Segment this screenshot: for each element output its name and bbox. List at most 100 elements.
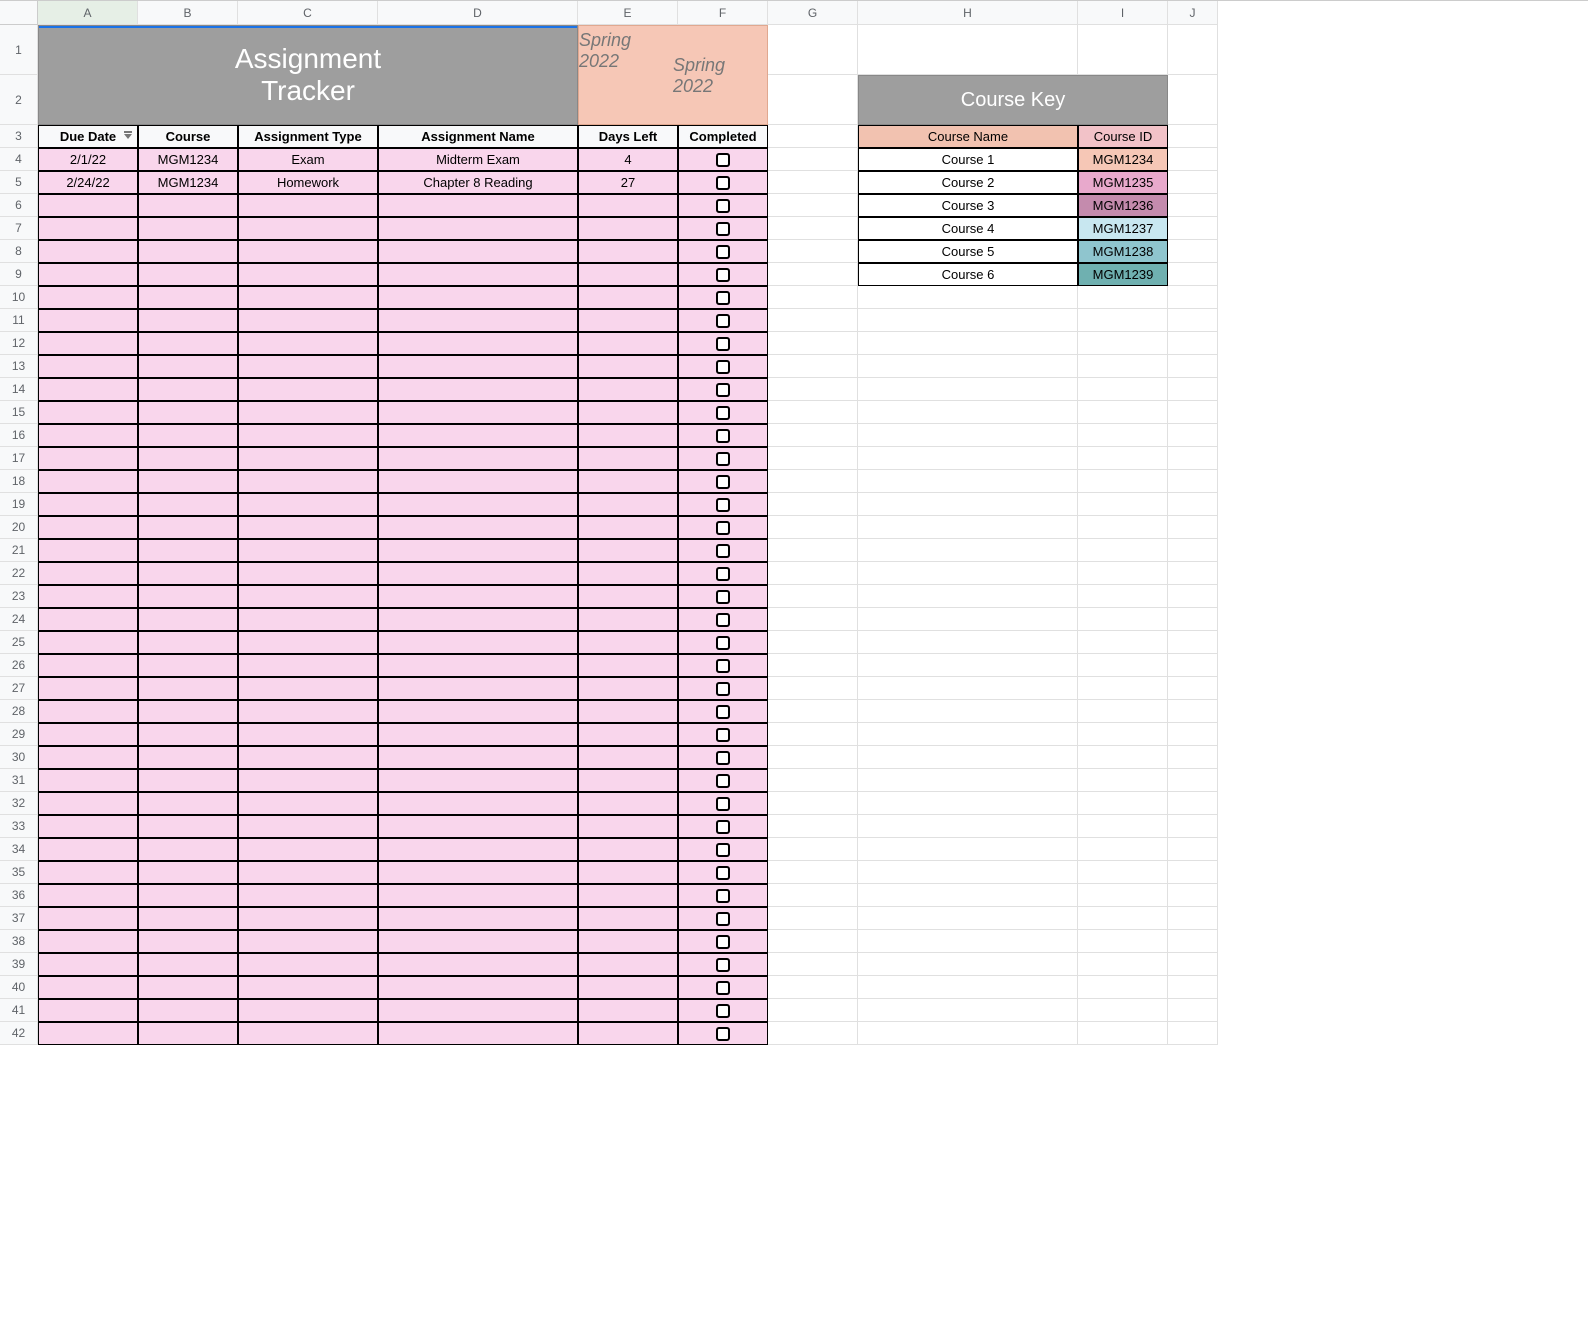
cell-I12[interactable] (1078, 332, 1168, 355)
cell-H26[interactable] (858, 654, 1078, 677)
cell-D30[interactable] (378, 746, 578, 769)
completed-checkbox[interactable] (716, 222, 730, 236)
cell-D31[interactable] (378, 769, 578, 792)
completed-checkbox[interactable] (716, 521, 730, 535)
cell-B33[interactable] (138, 815, 238, 838)
cell-C36[interactable] (238, 884, 378, 907)
cell-B32[interactable] (138, 792, 238, 815)
cell-I36[interactable] (1078, 884, 1168, 907)
cell-B8[interactable] (138, 240, 238, 263)
completed-checkbox[interactable] (716, 1027, 730, 1041)
cell-completed-row28[interactable] (678, 700, 768, 723)
cell-G29[interactable] (768, 723, 858, 746)
cell-B26[interactable] (138, 654, 238, 677)
tracker-header-0[interactable]: Due Date (38, 125, 138, 148)
cell-E37[interactable] (578, 907, 678, 930)
cell-D36[interactable] (378, 884, 578, 907)
row-header-41[interactable]: 41 (0, 999, 38, 1022)
cell-H19[interactable] (858, 493, 1078, 516)
cell-J17[interactable] (1168, 447, 1218, 470)
cell-H42[interactable] (858, 1022, 1078, 1045)
cell-A36[interactable] (38, 884, 138, 907)
cell-A32[interactable] (38, 792, 138, 815)
cell-J39[interactable] (1168, 953, 1218, 976)
cell-J3[interactable] (1168, 125, 1218, 148)
cell-C7[interactable] (238, 217, 378, 240)
cell-C31[interactable] (238, 769, 378, 792)
cell-completed-row13[interactable] (678, 355, 768, 378)
cell-A34[interactable] (38, 838, 138, 861)
cell-E33[interactable] (578, 815, 678, 838)
cell-B31[interactable] (138, 769, 238, 792)
cell-G10[interactable] (768, 286, 858, 309)
cell-C30[interactable] (238, 746, 378, 769)
completed-checkbox[interactable] (716, 590, 730, 604)
row-header-30[interactable]: 30 (0, 746, 38, 769)
cell-D33[interactable] (378, 815, 578, 838)
cell-D34[interactable] (378, 838, 578, 861)
cell-D13[interactable] (378, 355, 578, 378)
cell-D25[interactable] (378, 631, 578, 654)
cell-B9[interactable] (138, 263, 238, 286)
cell-completed-row30[interactable] (678, 746, 768, 769)
cell-B29[interactable] (138, 723, 238, 746)
cell-A15[interactable] (38, 401, 138, 424)
cell-G36[interactable] (768, 884, 858, 907)
cell-H39[interactable] (858, 953, 1078, 976)
cell-J38[interactable] (1168, 930, 1218, 953)
row-header-35[interactable]: 35 (0, 861, 38, 884)
cell-J24[interactable] (1168, 608, 1218, 631)
column-header-I[interactable]: I (1078, 1, 1168, 25)
cell-A17[interactable] (38, 447, 138, 470)
cell-B23[interactable] (138, 585, 238, 608)
cell-G18[interactable] (768, 470, 858, 493)
cell-completed-row15[interactable] (678, 401, 768, 424)
cell-D27[interactable] (378, 677, 578, 700)
completed-checkbox[interactable] (716, 728, 730, 742)
cell-I33[interactable] (1078, 815, 1168, 838)
cell-completed-row6[interactable] (678, 194, 768, 217)
cell-H36[interactable] (858, 884, 1078, 907)
row-header-9[interactable]: 9 (0, 263, 38, 286)
cell-I10[interactable] (1078, 286, 1168, 309)
cell-G17[interactable] (768, 447, 858, 470)
cell-G20[interactable] (768, 516, 858, 539)
cell-B35[interactable] (138, 861, 238, 884)
cell-E12[interactable] (578, 332, 678, 355)
cell-I29[interactable] (1078, 723, 1168, 746)
cell-E39[interactable] (578, 953, 678, 976)
cell-C21[interactable] (238, 539, 378, 562)
cell-B22[interactable] (138, 562, 238, 585)
cell-C24[interactable] (238, 608, 378, 631)
cell-D17[interactable] (378, 447, 578, 470)
cell-A18[interactable] (38, 470, 138, 493)
cell-E24[interactable] (578, 608, 678, 631)
cell-B38[interactable] (138, 930, 238, 953)
cell-A13[interactable] (38, 355, 138, 378)
cell-completed-row39[interactable] (678, 953, 768, 976)
cell-D40[interactable] (378, 976, 578, 999)
row-header-36[interactable]: 36 (0, 884, 38, 907)
row-header-21[interactable]: 21 (0, 539, 38, 562)
cell-D10[interactable] (378, 286, 578, 309)
course-id-row7[interactable]: MGM1237 (1078, 217, 1168, 240)
cell-E7[interactable] (578, 217, 678, 240)
tracker-type-row4[interactable]: Exam (238, 148, 378, 171)
completed-checkbox[interactable] (716, 820, 730, 834)
cell-C40[interactable] (238, 976, 378, 999)
cell-C18[interactable] (238, 470, 378, 493)
row-header-14[interactable]: 14 (0, 378, 38, 401)
cell-D38[interactable] (378, 930, 578, 953)
cell-completed-row27[interactable] (678, 677, 768, 700)
cell-completed-row4[interactable] (678, 148, 768, 171)
course-id-row9[interactable]: MGM1239 (1078, 263, 1168, 286)
cell-B15[interactable] (138, 401, 238, 424)
column-header-F[interactable]: F (678, 1, 768, 25)
row-header-12[interactable]: 12 (0, 332, 38, 355)
completed-checkbox[interactable] (716, 797, 730, 811)
cell-A10[interactable] (38, 286, 138, 309)
cell-I40[interactable] (1078, 976, 1168, 999)
cell-E18[interactable] (578, 470, 678, 493)
cell-A41[interactable] (38, 999, 138, 1022)
cell-J6[interactable] (1168, 194, 1218, 217)
